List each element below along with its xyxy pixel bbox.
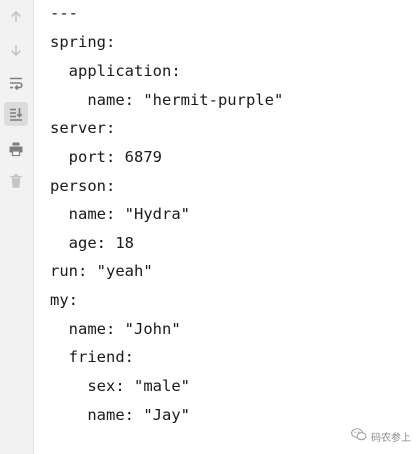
soft-wrap-icon[interactable] [4,71,28,95]
output-line: name: "Jay" [50,406,190,424]
output-line: name: "Hydra" [50,205,190,223]
output-line: server: [50,119,116,137]
output-line: person: [50,177,116,195]
output-line: my: [50,291,78,309]
arrow-up-icon[interactable] [4,5,28,29]
watermark-text: 码农参上 [371,432,411,444]
console-toolbar [0,0,34,454]
output-line: name: "John" [50,320,181,338]
output-line: friend: [50,348,134,366]
scroll-to-end-icon[interactable] [4,102,28,126]
trash-icon[interactable] [4,169,28,193]
arrow-down-icon[interactable] [4,38,28,62]
output-line: port: 6879 [50,148,162,166]
output-line: sex: "male" [50,377,190,395]
output-line: --- [50,4,78,22]
watermark: 码农参上 [351,428,411,444]
output-line: name: "hermit-purple" [50,91,284,109]
output-line: age: 18 [50,234,134,252]
output-line: application: [50,62,181,80]
console-panel: --- spring: application: name: "hermit-p… [0,0,419,454]
console-output: --- spring: application: name: "hermit-p… [50,0,419,454]
output-line: run: "yeah" [50,262,153,280]
print-icon[interactable] [4,137,28,161]
wechat-icon [351,428,367,444]
output-line: spring: [50,33,116,51]
